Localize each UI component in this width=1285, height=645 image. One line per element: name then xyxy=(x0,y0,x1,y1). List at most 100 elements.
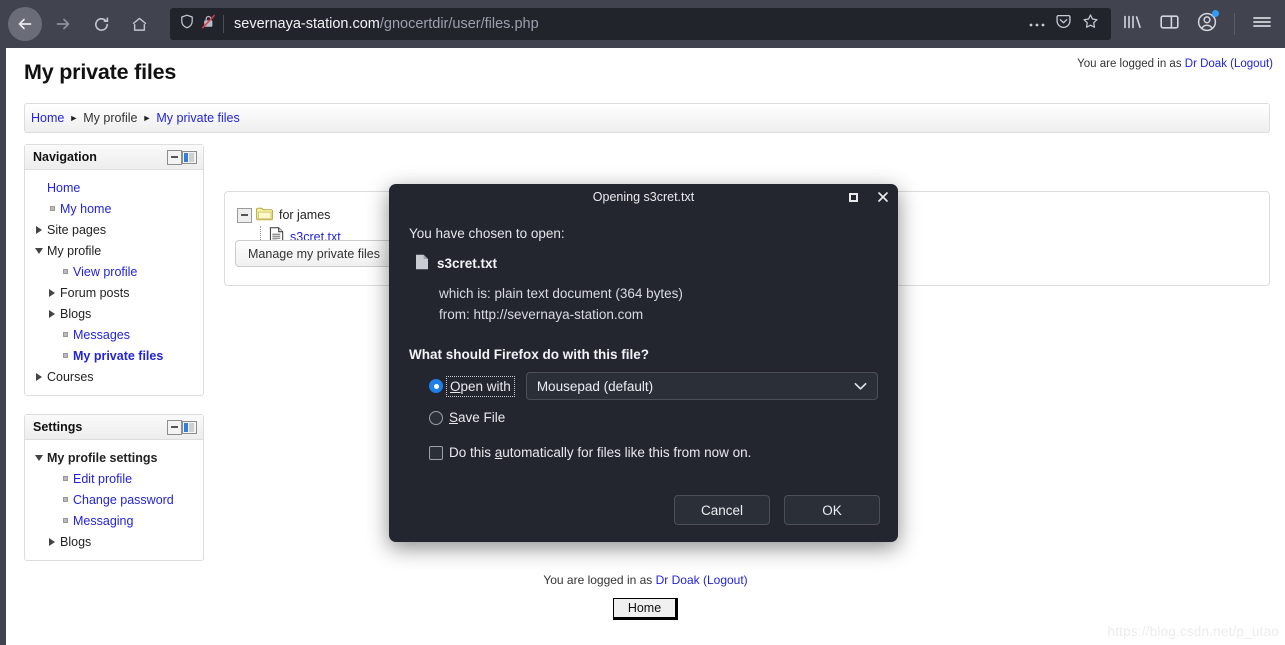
firefox-account-avatar-icon[interactable] xyxy=(1196,9,1219,38)
navigation-item-label[interactable]: Home xyxy=(47,181,80,195)
logged-in-status-top: You are logged in as Dr Doak (Logout) xyxy=(1077,58,1273,70)
bookmark-star-icon[interactable] xyxy=(1082,13,1099,35)
insecure-connection-crossed-lock-icon[interactable] xyxy=(201,14,216,34)
file-tree-folder-row[interactable]: for james xyxy=(237,204,341,226)
user-profile-link-footer[interactable]: Dr Doak xyxy=(656,573,700,587)
close-window-icon[interactable] xyxy=(876,190,890,204)
settings-item-change-password[interactable]: Change password xyxy=(31,489,197,510)
save-file-label[interactable]: Save File xyxy=(449,410,505,425)
settings-item-label[interactable]: Messaging xyxy=(73,514,133,528)
tree-expand-arrow-icon[interactable] xyxy=(49,288,55,297)
tree-marker xyxy=(57,332,73,337)
tree-marker xyxy=(31,225,47,234)
tree-collapse-arrow-icon[interactable] xyxy=(35,454,43,461)
tree-marker xyxy=(44,537,60,546)
page-actions-ellipsis-icon[interactable] xyxy=(1029,15,1045,33)
breadcrumb-item-home[interactable]: Home xyxy=(31,111,64,125)
cancel-button[interactable]: Cancel xyxy=(674,495,770,525)
settings-item-blogs[interactable]: Blogs xyxy=(31,531,197,552)
logged-in-prefix-footer: You are logged in as xyxy=(543,573,656,587)
tree-expand-arrow-icon[interactable] xyxy=(49,309,55,318)
breadcrumb-item-my-private-files[interactable]: My private files xyxy=(156,111,239,125)
breadcrumb-item-my-profile: My profile xyxy=(83,111,138,125)
save-to-pocket-icon[interactable] xyxy=(1055,13,1072,35)
dialog-file-type-row: which is: plain text document (364 bytes… xyxy=(439,283,878,304)
navigation-item-label: Forum posts xyxy=(60,285,130,300)
navigation-item-blogs[interactable]: Blogs xyxy=(31,303,197,324)
navigation-item-label[interactable]: Messages xyxy=(73,328,130,342)
dialog-file-source-row: from: http://severnaya-station.com xyxy=(439,304,878,325)
forward-button[interactable] xyxy=(46,7,80,41)
breadcrumb: Home ► My profile ► My private files xyxy=(24,103,1270,133)
manage-my-private-files-button[interactable]: Manage my private files xyxy=(235,240,394,267)
reload-button[interactable] xyxy=(84,7,118,41)
tree-expand-arrow-icon[interactable] xyxy=(36,225,42,234)
dialog-title: Opening s3cret.txt xyxy=(592,190,695,204)
tree-expand-arrow-icon[interactable] xyxy=(49,537,55,546)
settings-item-my-profile-settings[interactable]: My profile settings xyxy=(31,447,197,468)
navigation-item-view-profile[interactable]: View profile xyxy=(31,261,197,282)
tree-marker xyxy=(31,372,47,381)
settings-item-label[interactable]: Change password xyxy=(73,493,174,507)
hamburger-menu-icon[interactable] xyxy=(1251,13,1273,36)
navigation-item-label: Blogs xyxy=(60,306,92,321)
url-text[interactable]: severnaya-station.com/gnocertdir/user/fi… xyxy=(224,16,1021,32)
tracking-protection-shield-icon[interactable] xyxy=(180,14,194,34)
save-file-option-row[interactable]: Save File xyxy=(409,410,878,425)
tree-marker xyxy=(44,288,60,297)
ok-button[interactable]: OK xyxy=(784,495,880,525)
do-this-automatically-checkbox[interactable] xyxy=(429,445,443,460)
navigation-item-home[interactable]: Home xyxy=(31,177,197,198)
tree-marker xyxy=(31,454,47,461)
save-file-radio[interactable] xyxy=(429,410,443,425)
logout-link-top[interactable]: (Logout) xyxy=(1230,58,1273,70)
folder-name: for james xyxy=(279,208,331,222)
toolbar-divider xyxy=(1234,13,1235,35)
dialog-file-meta: which is: plain text document (364 bytes… xyxy=(409,283,878,325)
dock-block-icon[interactable] xyxy=(182,420,197,434)
navigation-item-forum-posts[interactable]: Forum posts xyxy=(31,282,197,303)
settings-item-edit-profile[interactable]: Edit profile xyxy=(31,468,197,489)
settings-item-label[interactable]: Edit profile xyxy=(73,472,132,486)
maximize-window-icon[interactable] xyxy=(846,190,860,204)
tree-expand-arrow-icon[interactable] xyxy=(36,372,42,381)
sidebar-toggle-icon[interactable] xyxy=(1159,13,1180,36)
navigation-item-my-private-files[interactable]: My private files xyxy=(31,345,197,366)
dock-block-icon[interactable] xyxy=(182,150,197,164)
folder-collapse-toggle-icon[interactable] xyxy=(237,207,252,223)
identity-box[interactable] xyxy=(176,14,224,34)
navigation-tree: Home My home Site pages My profile View prof… xyxy=(25,170,203,395)
home-button-footer[interactable]: Home xyxy=(612,598,679,620)
do-this-automatically-row[interactable]: Do this automatically for files like thi… xyxy=(409,445,878,460)
settings-item-messaging[interactable]: Messaging xyxy=(31,510,197,531)
navigation-item-my-home[interactable]: My home xyxy=(31,198,197,219)
navigation-item-label[interactable]: View profile xyxy=(73,265,137,279)
address-bar[interactable]: severnaya-station.com/gnocertdir/user/fi… xyxy=(170,8,1111,40)
breadcrumb-separator-icon: ► xyxy=(69,113,79,123)
do-this-automatically-label[interactable]: Do this automatically for files like thi… xyxy=(449,445,751,460)
watermark: https://blog.csdn.net/p_utao xyxy=(1107,624,1279,639)
navigation-item-messages[interactable]: Messages xyxy=(31,324,197,345)
collapse-block-icon[interactable] xyxy=(167,149,182,165)
logged-in-prefix-top: You are logged in as xyxy=(1077,58,1185,70)
home-button[interactable] xyxy=(122,7,156,41)
library-icon[interactable] xyxy=(1121,12,1143,37)
back-button[interactable] xyxy=(8,7,42,41)
navigation-item-courses[interactable]: Courses xyxy=(31,366,197,387)
which-is-value: plain text document (364 bytes) xyxy=(494,286,683,301)
breadcrumb-separator-icon: ► xyxy=(142,113,152,123)
navigation-item-label: My profile xyxy=(47,243,102,258)
open-with-label[interactable]: Open with xyxy=(446,375,515,397)
tree-collapse-arrow-icon[interactable] xyxy=(35,247,43,254)
application-select[interactable]: Mousepad (default) xyxy=(525,372,878,400)
open-with-radio[interactable] xyxy=(429,379,443,393)
save-file-accesskey: S xyxy=(449,410,459,425)
navigation-item-label[interactable]: My private files xyxy=(73,349,163,363)
navigation-item-label[interactable]: My home xyxy=(60,202,111,216)
collapse-block-icon[interactable] xyxy=(167,419,182,435)
logout-link-footer[interactable]: (Logout) xyxy=(703,573,748,587)
navigation-item-site-pages[interactable]: Site pages xyxy=(31,219,197,240)
navigation-item-my-profile[interactable]: My profile xyxy=(31,240,197,261)
open-with-option-row[interactable]: Open with Mousepad (default) xyxy=(409,372,878,400)
user-profile-link-top[interactable]: Dr Doak xyxy=(1185,58,1227,70)
